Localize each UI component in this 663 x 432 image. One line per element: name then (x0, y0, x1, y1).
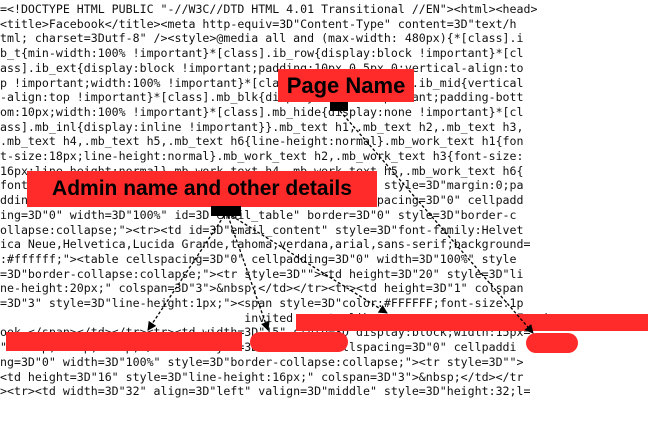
arrow-page-name (339, 110, 534, 334)
arrow-admin-detail-1 (227, 215, 270, 331)
annotated-screenshot: =<!DOCTYPE HTML PUBLIC "-//W3C//DTD HTML… (0, 0, 663, 432)
arrow-admin-detail-2 (231, 215, 388, 314)
arrow-admin-name (147, 215, 225, 331)
annotation-arrows (147, 110, 534, 334)
